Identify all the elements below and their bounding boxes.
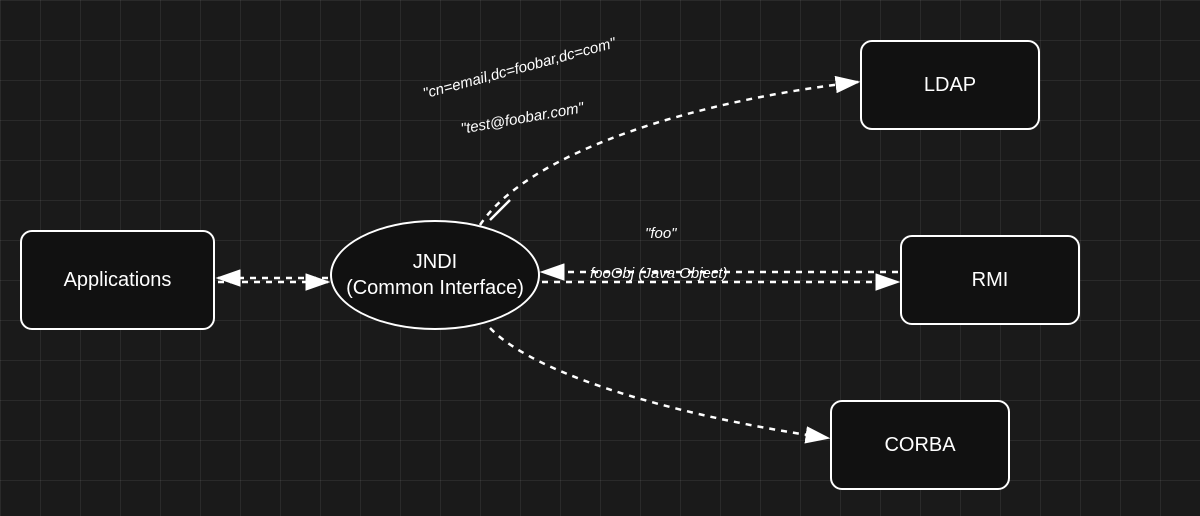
arrow-jndi-ldap-start [490,200,510,220]
applications-label: Applications [64,267,172,293]
arrow-jndi-to-corba [490,328,828,438]
corba-label: CORBA [884,432,955,458]
node-ldap: LDAP [860,40,1040,130]
ldap-label: LDAP [924,72,976,98]
jndi-label-line1: JNDI [346,249,524,275]
label-fooobj: fooObj (Java Object) [590,265,728,282]
rmi-label: RMI [972,267,1009,293]
node-jndi: JNDI (Common Interface) [330,220,540,330]
jndi-label-line2: (Common Interface) [346,275,524,301]
diagram-container: Applications JNDI (Common Interface) LDA… [0,0,1200,516]
node-applications: Applications [20,230,215,330]
arrow-jndi-to-ldap [480,82,858,225]
node-corba: CORBA [830,400,1010,490]
node-rmi: RMI [900,235,1080,325]
label-foo: "foo" [645,225,677,242]
